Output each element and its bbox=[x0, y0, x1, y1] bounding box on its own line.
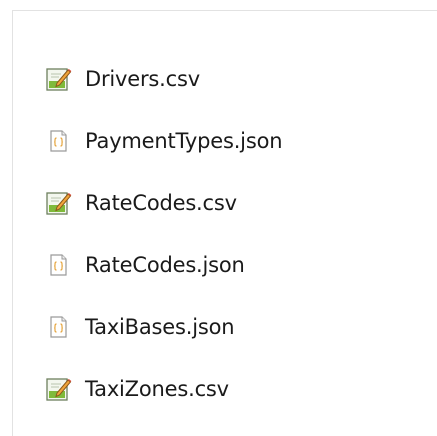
file-name: PaymentTypes.json bbox=[85, 129, 283, 153]
csv-file-icon bbox=[46, 378, 72, 401]
file-explorer-panel: Drivers.csv PaymentTypes.json RateCodes.… bbox=[12, 10, 437, 436]
file-item-paymenttypes-json[interactable]: PaymentTypes.json bbox=[44, 110, 283, 172]
file-item-ratecodes-json[interactable]: RateCodes.json bbox=[44, 234, 282, 296]
file-name: RateCodes.json bbox=[85, 253, 245, 277]
file-name: TaxiZones.csv bbox=[85, 377, 229, 401]
csv-file-icon bbox=[46, 192, 72, 215]
file-item-taxizones-csv[interactable]: TaxiZones.csv bbox=[44, 358, 282, 420]
file-item-ratecodes-csv[interactable]: RateCodes.csv bbox=[44, 172, 282, 234]
json-file-icon bbox=[50, 254, 67, 276]
file-item-taxibases-json[interactable]: TaxiBases.json bbox=[44, 296, 282, 358]
file-name: RateCodes.csv bbox=[85, 191, 237, 215]
file-name: TaxiBases.json bbox=[85, 315, 235, 339]
json-file-icon bbox=[50, 130, 67, 152]
json-file-icon bbox=[50, 316, 67, 338]
csv-file-icon bbox=[46, 68, 72, 91]
file-item-drivers-csv[interactable]: Drivers.csv bbox=[44, 48, 282, 110]
file-list: Drivers.csv PaymentTypes.json RateCodes.… bbox=[44, 48, 283, 420]
file-name: Drivers.csv bbox=[85, 67, 200, 91]
